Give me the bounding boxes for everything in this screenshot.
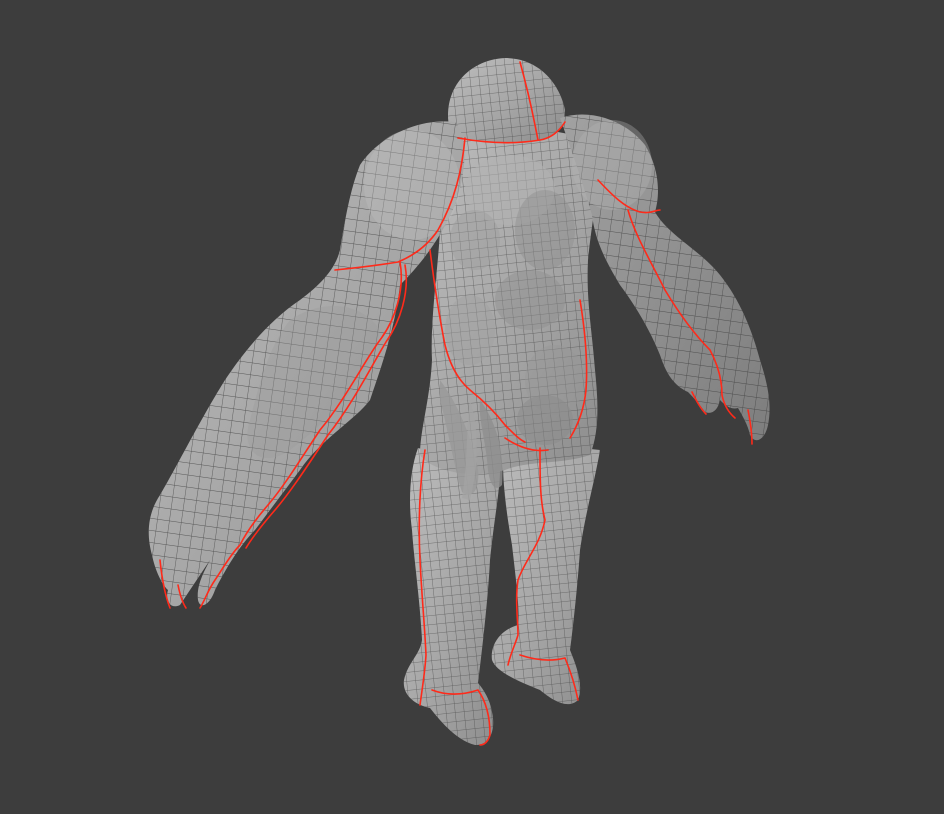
creature-mesh[interactable]	[148, 58, 770, 746]
viewport-canvas[interactable]	[0, 0, 944, 814]
3d-viewport[interactable]	[0, 0, 944, 814]
head-mesh	[448, 58, 565, 143]
left-leg-mesh	[403, 448, 500, 746]
